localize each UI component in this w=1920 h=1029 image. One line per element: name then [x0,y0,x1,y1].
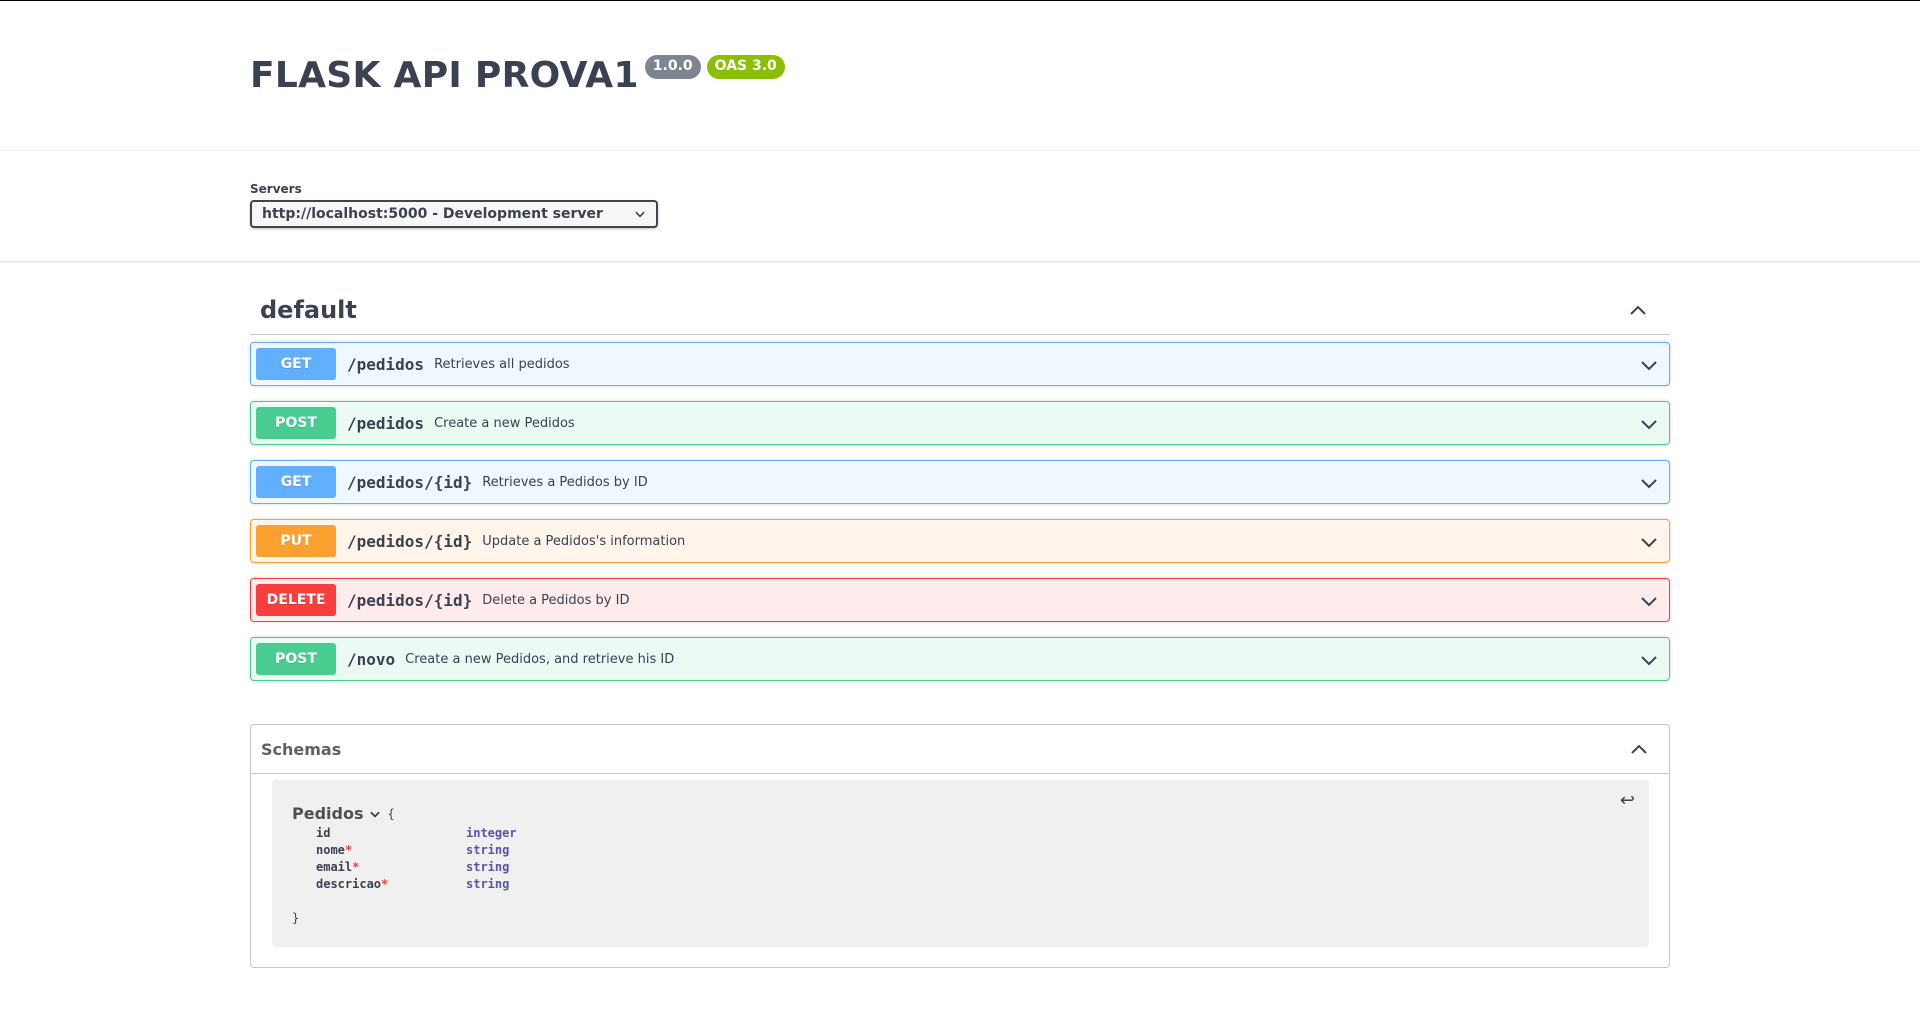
operation-summary: Retrieves all pedidos [434,356,570,372]
operation-summary: Delete a Pedidos by ID [482,592,630,608]
operation-summary: Update a Pedidos's information [482,533,686,549]
operation-summary: Create a new Pedidos, and retrieve his I… [405,651,675,667]
chevron-down-icon[interactable] [1639,591,1659,611]
servers-select[interactable]: http://localhost:5000 - Development serv… [250,200,658,228]
operation-path: /pedidos/{id} [347,472,473,492]
chevron-down-icon[interactable] [1639,414,1659,434]
chevron-up-icon[interactable] [1628,300,1648,320]
required-marker: * [352,860,360,874]
method-badge: PUT [256,525,336,557]
property-type: string [466,843,510,857]
operation-get-row[interactable]: GET/pedidos Retrieves all pedidos [250,342,1670,386]
api-info: FLASK API PROVA1 1.0.0 OAS 3.0 [250,52,785,100]
method-badge: DELETE [256,584,336,616]
operation-path: /novo [347,649,396,669]
method-badge: POST [256,643,336,675]
operation-summary: Create a new Pedidos [434,415,575,431]
operation-delete-row[interactable]: DELETE/pedidos/{id} Delete a Pedidos by I… [250,578,1670,622]
chevron-down-icon[interactable] [1639,355,1659,375]
tag-section-header[interactable]: default [250,286,1670,335]
model-box: ↩ Pedidos { id integer nome* string email* st… [272,780,1649,947]
operation-get-row[interactable]: GET/pedidos/{id} Retrieves a Pedidos by I… [250,460,1670,504]
operation-put-row[interactable]: PUT/pedidos/{id} Update a Pedidos's infor… [250,519,1670,563]
property-name: descricao* [316,877,388,891]
schemas-title: Schemas [261,739,342,759]
chevron-up-icon[interactable] [1629,739,1649,759]
operation-post-row[interactable]: POST/pedidos Create a new Pedidos [250,401,1670,445]
oas-badge: OAS 3.0 [706,55,785,79]
method-badge: POST [256,407,336,439]
page-title: FLASK API PROVA1 [250,55,639,96]
servers-label: Servers [250,182,302,196]
required-marker: * [381,877,389,891]
property-label: descricao [316,877,382,891]
servers-bar: Servers http://localhost:5000 - Developm… [0,151,1920,261]
method-badge: GET [256,466,336,498]
property-type: integer [466,826,517,840]
chevron-down-icon[interactable] [1639,532,1659,552]
chevron-down-icon[interactable] [1639,473,1659,493]
method-badge: GET [256,348,336,380]
property-name: email* [316,860,359,874]
model-header[interactable]: Pedidos { [292,804,395,823]
operation-post-row[interactable]: POST/novo Create a new Pedidos, and retri… [250,637,1670,681]
close-brace: } [292,911,300,925]
schemas-header[interactable]: Schemas [251,725,1669,774]
property-label: nome [316,843,345,857]
chevron-down-icon[interactable] [1639,650,1659,670]
servers-selected-value: http://localhost:5000 - Development serv… [262,206,603,222]
operation-path: /pedidos [347,354,425,374]
operation-summary: Retrieves a Pedidos by ID [482,474,648,490]
property-type: string [466,860,510,874]
schemas-section: Schemas ↩ Pedidos { id integer nome* string… [250,724,1670,968]
property-name: nome* [316,843,352,857]
property-label: email [316,860,353,874]
version-badge: 1.0.0 [644,55,701,79]
open-brace: { [387,806,395,821]
return-arrow-icon[interactable]: ↩ [1620,790,1635,811]
property-name: id [316,826,330,840]
model-name: Pedidos [292,804,364,823]
chevron-down-icon[interactable] [369,808,381,820]
operation-path: /pedidos/{id} [347,531,473,551]
operation-path: /pedidos [347,413,425,433]
property-label: id [316,826,331,840]
operation-path: /pedidos/{id} [347,590,473,610]
required-marker: * [344,843,353,857]
chevron-down-icon [635,211,645,218]
tag-name: default [260,296,357,324]
property-type: string [466,877,510,891]
top-border [0,0,1920,1]
